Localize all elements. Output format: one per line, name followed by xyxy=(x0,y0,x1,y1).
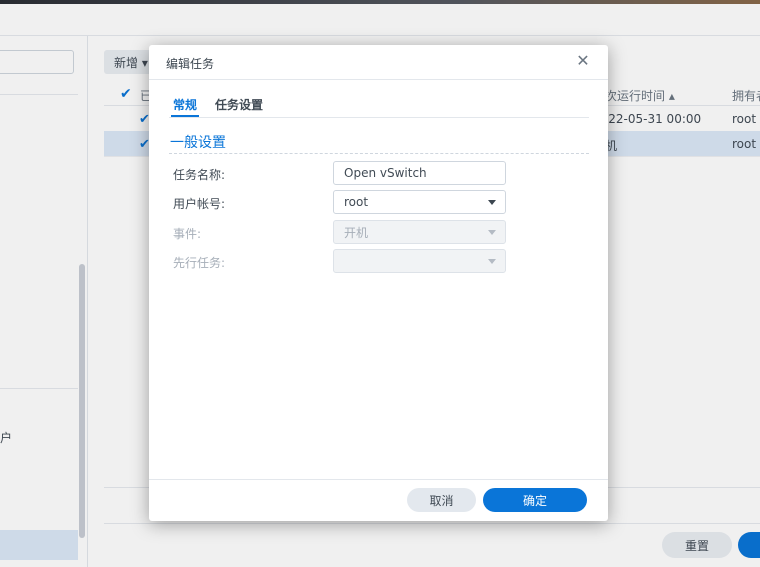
edit-task-dialog: 编辑任务 ✕ 常规 任务设置 一般设置 任务名称: Open vSwitch 用… xyxy=(149,45,608,521)
event-select: 开机 xyxy=(333,220,506,244)
chevron-down-icon xyxy=(488,259,496,264)
task-name-value: Open vSwitch xyxy=(344,166,427,180)
tab-divider xyxy=(169,117,589,118)
task-name-label: 任务名称: xyxy=(173,168,226,182)
dialog-title-divider xyxy=(149,79,608,80)
user-account-select[interactable]: root xyxy=(333,190,506,214)
chevron-down-icon xyxy=(488,230,496,235)
event-label: 事件: xyxy=(173,227,202,241)
user-account-value: root xyxy=(344,195,369,209)
chevron-down-icon xyxy=(488,200,496,205)
pre-task-select xyxy=(333,249,506,273)
tab-general[interactable]: 常规 xyxy=(173,96,197,113)
user-account-label: 用户帐号: xyxy=(173,197,226,211)
dialog-title: 编辑任务 xyxy=(166,57,215,71)
cancel-button[interactable]: 取消 xyxy=(407,488,476,512)
dialog-footer-divider xyxy=(149,479,608,480)
pre-task-label: 先行任务: xyxy=(173,256,226,270)
section-title: 一般设置 xyxy=(170,135,226,151)
ok-button[interactable]: 确定 xyxy=(483,488,587,512)
section-divider xyxy=(169,153,589,154)
tab-task-settings[interactable]: 任务设置 xyxy=(215,96,263,113)
close-icon[interactable]: ✕ xyxy=(575,53,591,69)
event-value: 开机 xyxy=(344,225,369,240)
task-name-input[interactable]: Open vSwitch xyxy=(333,161,506,185)
